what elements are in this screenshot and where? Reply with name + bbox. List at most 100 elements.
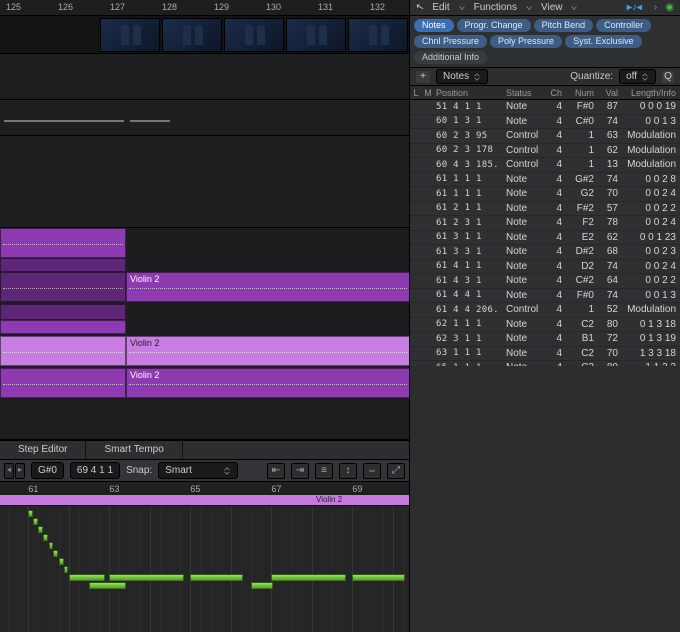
event-row[interactable]: 60 4 3 185.Control4113Modulation — [410, 158, 680, 173]
editor-tabs: Step Editor Smart Tempo — [0, 440, 409, 460]
track-region-area[interactable]: Violin 2 Violin 2 Violin 2 — [0, 54, 409, 440]
midi-note[interactable] — [28, 510, 33, 517]
pill-progr-change[interactable]: Progr. Change — [457, 19, 531, 32]
history-arrows[interactable]: ◂▸ — [4, 463, 25, 479]
col-ch[interactable]: Ch — [546, 88, 564, 98]
col-num[interactable]: Num — [564, 88, 598, 98]
tab-step-editor[interactable]: Step Editor — [0, 441, 86, 459]
menu-functions[interactable]: Functions — [474, 2, 517, 13]
midi-region-violin2[interactable]: Violin 2 — [126, 272, 409, 302]
ruler-tick: 130 — [266, 2, 281, 12]
event-row[interactable]: 61 1 1 1Note4G2700 0 2 4 — [410, 187, 680, 202]
event-row[interactable]: 61 4 4 206.Control4152Modulation — [410, 303, 680, 318]
position-field[interactable]: 69 4 1 1 — [70, 462, 120, 479]
tool-link-icon[interactable]: ⇔ — [363, 463, 381, 479]
tab-smart-tempo[interactable]: Smart Tempo — [86, 441, 182, 459]
marker-strip[interactable]: Violin 2 — [0, 495, 409, 505]
video-thumbnail[interactable] — [162, 18, 222, 52]
col-length[interactable]: Length/Info — [620, 88, 680, 98]
event-row[interactable]: 60 1 3 1Note4C#0740 0 1 3 — [410, 115, 680, 130]
pill-controller[interactable]: Controller — [596, 19, 651, 32]
col-position[interactable]: Position — [434, 88, 506, 98]
event-filter-pills: Notes Progr. Change Pitch Bend Controlle… — [410, 16, 680, 68]
pill-pitch-bend[interactable]: Pitch Bend — [534, 19, 594, 32]
event-row[interactable]: 61 3 3 1Note4D#2680 0 2 3 — [410, 245, 680, 260]
col-status[interactable]: Status — [506, 88, 546, 98]
event-row[interactable]: 61 4 1 1Note4D2740 0 2 4 — [410, 260, 680, 275]
midi-region[interactable] — [0, 258, 126, 272]
video-thumbnail[interactable] — [224, 18, 284, 52]
pill-chnl-pressure[interactable]: Chnl Pressure — [414, 35, 487, 48]
midi-note[interactable] — [251, 582, 273, 589]
midi-note[interactable] — [352, 574, 405, 581]
midi-region[interactable] — [0, 368, 126, 398]
midi-region[interactable] — [0, 304, 126, 320]
snap-select[interactable]: Smart — [158, 462, 238, 479]
piano-roll-grid[interactable] — [0, 506, 409, 632]
pill-additional-info[interactable]: Additional Info — [414, 51, 487, 64]
tool-collapse-icon[interactable]: ↕ — [339, 463, 357, 479]
midi-note[interactable] — [49, 542, 54, 549]
catch-icon[interactable]: ↖ — [415, 1, 426, 14]
tool-out-icon[interactable]: ⇥ — [291, 463, 309, 479]
event-row[interactable]: 62 3 1 1Note4B1720 1 3 19 — [410, 332, 680, 347]
col-val[interactable]: Val — [598, 88, 620, 98]
col-L[interactable]: L — [410, 88, 422, 98]
midi-note[interactable] — [38, 526, 43, 533]
chevron-down-icon — [525, 4, 533, 12]
pill-syst-exclusive[interactable]: Syst. Exclusive — [565, 35, 642, 48]
tool-zoom-icon[interactable]: ⤢ — [387, 463, 405, 479]
midi-in-icon[interactable]: ▸♪◂ — [627, 2, 642, 13]
tool-in-icon[interactable]: ⇤ — [267, 463, 285, 479]
add-event-button[interactable]: + — [416, 71, 430, 83]
midi-note[interactable] — [89, 582, 125, 589]
event-rows[interactable]: 51 4 1 1Note4F#0870 0 0 1960 1 3 1Note4C… — [410, 100, 680, 366]
midi-note[interactable] — [190, 574, 243, 581]
midi-region[interactable] — [0, 336, 126, 366]
tool-split-icon[interactable]: ≡ — [315, 463, 333, 479]
event-row[interactable]: 61 4 4 1Note4F#0740 0 1 3 — [410, 289, 680, 304]
pitch-field[interactable]: G#0 — [31, 462, 64, 479]
midi-note[interactable] — [271, 574, 346, 581]
event-row[interactable]: 61 4 3 1Note4C#2640 0 2 2 — [410, 274, 680, 289]
timeline-ruler-bottom[interactable]: Violin 2 6163656769 — [0, 482, 409, 506]
link-icon[interactable]: ◉ — [665, 2, 674, 13]
midi-note[interactable] — [64, 566, 69, 573]
midi-note[interactable] — [33, 518, 38, 525]
midi-region[interactable] — [0, 228, 126, 258]
position-value: 69 4 1 1 — [77, 465, 113, 476]
ruler-tick: 131 — [318, 2, 333, 12]
quantize-select[interactable]: off — [619, 69, 656, 84]
event-row[interactable]: 51 4 1 1Note4F#0870 0 0 19 — [410, 100, 680, 115]
event-row[interactable]: 61 2 3 1Note4F2780 0 2 4 — [410, 216, 680, 231]
event-row[interactable]: 62 1 1 1Note4C2800 1 3 18 — [410, 318, 680, 333]
event-row[interactable]: 63 1 1 1Note4C2701 3 3 18 — [410, 347, 680, 362]
midi-region-violin2-selected[interactable]: Violin 2 — [126, 336, 409, 366]
event-row[interactable]: 60 2 3 95Control4163Modulation — [410, 129, 680, 144]
pill-notes[interactable]: Notes — [414, 19, 454, 32]
pill-poly-pressure[interactable]: Poly Pressure — [490, 35, 562, 48]
event-row[interactable]: 61 2 1 1Note4F#2570 0 2 2 — [410, 202, 680, 217]
video-thumbnail[interactable] — [286, 18, 346, 52]
event-row[interactable]: 61 3 1 1Note4E2620 0 1 23 — [410, 231, 680, 246]
timeline-ruler-top[interactable]: 125126127128129130131132 — [0, 0, 409, 16]
col-M[interactable]: M — [422, 88, 434, 98]
midi-note[interactable] — [59, 558, 64, 565]
video-thumbnail[interactable] — [100, 18, 160, 52]
ruler-tick: 132 — [370, 2, 385, 12]
event-row[interactable]: 61 1 1 1Note4G#2740 0 2 8 — [410, 173, 680, 188]
event-row[interactable]: 60 2 3 178Control4162Modulation — [410, 144, 680, 159]
piano-roll-area[interactable]: Violin 2 6163656769 — [0, 482, 409, 632]
midi-note[interactable] — [109, 574, 184, 581]
midi-note[interactable] — [53, 550, 58, 557]
quantize-apply-button[interactable]: Q — [662, 71, 674, 83]
midi-region[interactable] — [0, 320, 126, 334]
video-thumbnail[interactable] — [348, 18, 408, 52]
midi-region[interactable] — [0, 272, 126, 302]
add-type-select[interactable]: Notes — [436, 69, 488, 84]
menu-edit[interactable]: Edit — [432, 2, 449, 13]
midi-note[interactable] — [69, 574, 105, 581]
midi-note[interactable] — [43, 534, 48, 541]
midi-region-violin2[interactable]: Violin 2 — [126, 368, 409, 398]
menu-view[interactable]: View — [541, 2, 563, 13]
